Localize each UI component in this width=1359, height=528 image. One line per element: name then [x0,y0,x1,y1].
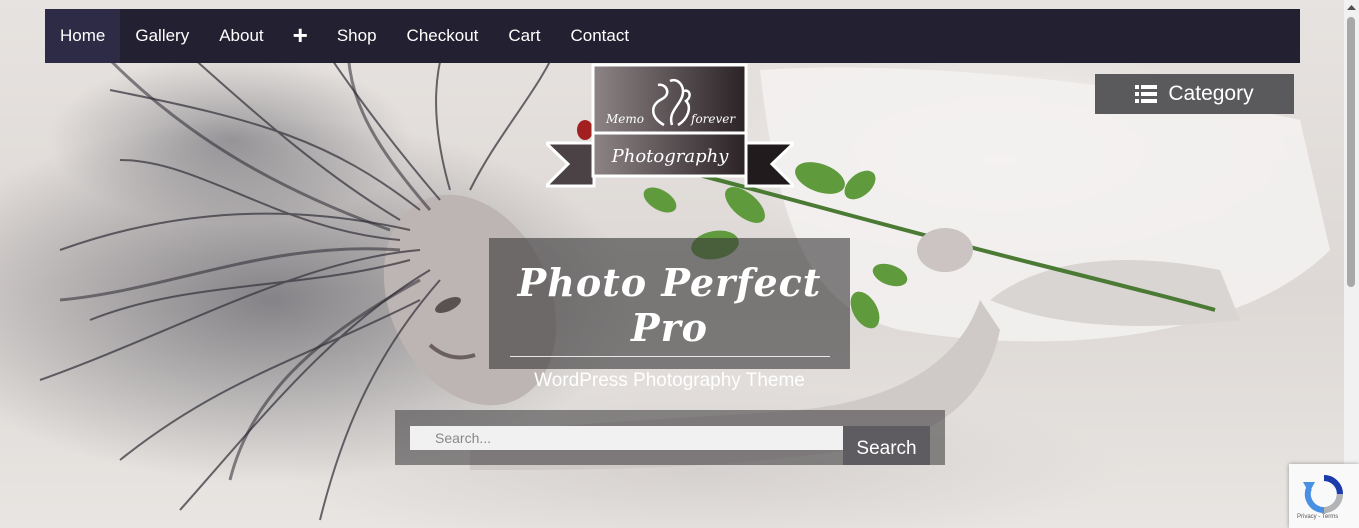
scrollbar-thumb[interactable] [1347,17,1355,287]
search-form: Search [395,410,945,465]
page-scrollbar[interactable] [1344,0,1359,528]
logo-memo-text: Memo [605,112,644,126]
nav-cart[interactable]: Cart [493,9,555,63]
nav-home[interactable]: Home [45,9,121,63]
title-divider [509,356,830,357]
search-button[interactable]: Search [843,426,930,465]
nav-expand-plus-icon[interactable]: + [279,9,322,63]
main-nav: Home Gallery About + Shop Checkout Cart … [45,9,1300,63]
nav-contact[interactable]: Contact [556,9,645,63]
nav-shop[interactable]: Shop [322,9,392,63]
nav-checkout[interactable]: Checkout [392,9,494,63]
site-logo[interactable]: Memo forever Photography [546,63,794,189]
logo-forever-text: forever [690,112,736,126]
category-label: Category [1168,82,1254,105]
recaptcha-badge[interactable]: Privacy - Terms [1289,464,1359,528]
list-icon [1135,85,1158,103]
recaptcha-terms[interactable]: Privacy - Terms [1297,514,1338,520]
category-button[interactable]: Category [1095,74,1294,114]
nav-about[interactable]: About [204,9,278,63]
logo-banner-text: Photography [611,146,730,167]
scroll-up-arrow-icon[interactable] [1344,0,1359,16]
hero-title-box: Photo Perfect Pro WordPress Photography … [489,238,850,391]
search-input[interactable] [410,426,843,450]
site-tagline: WordPress Photography Theme [534,370,805,391]
site-title[interactable]: Photo Perfect Pro [489,260,850,350]
nav-gallery[interactable]: Gallery [120,9,204,63]
